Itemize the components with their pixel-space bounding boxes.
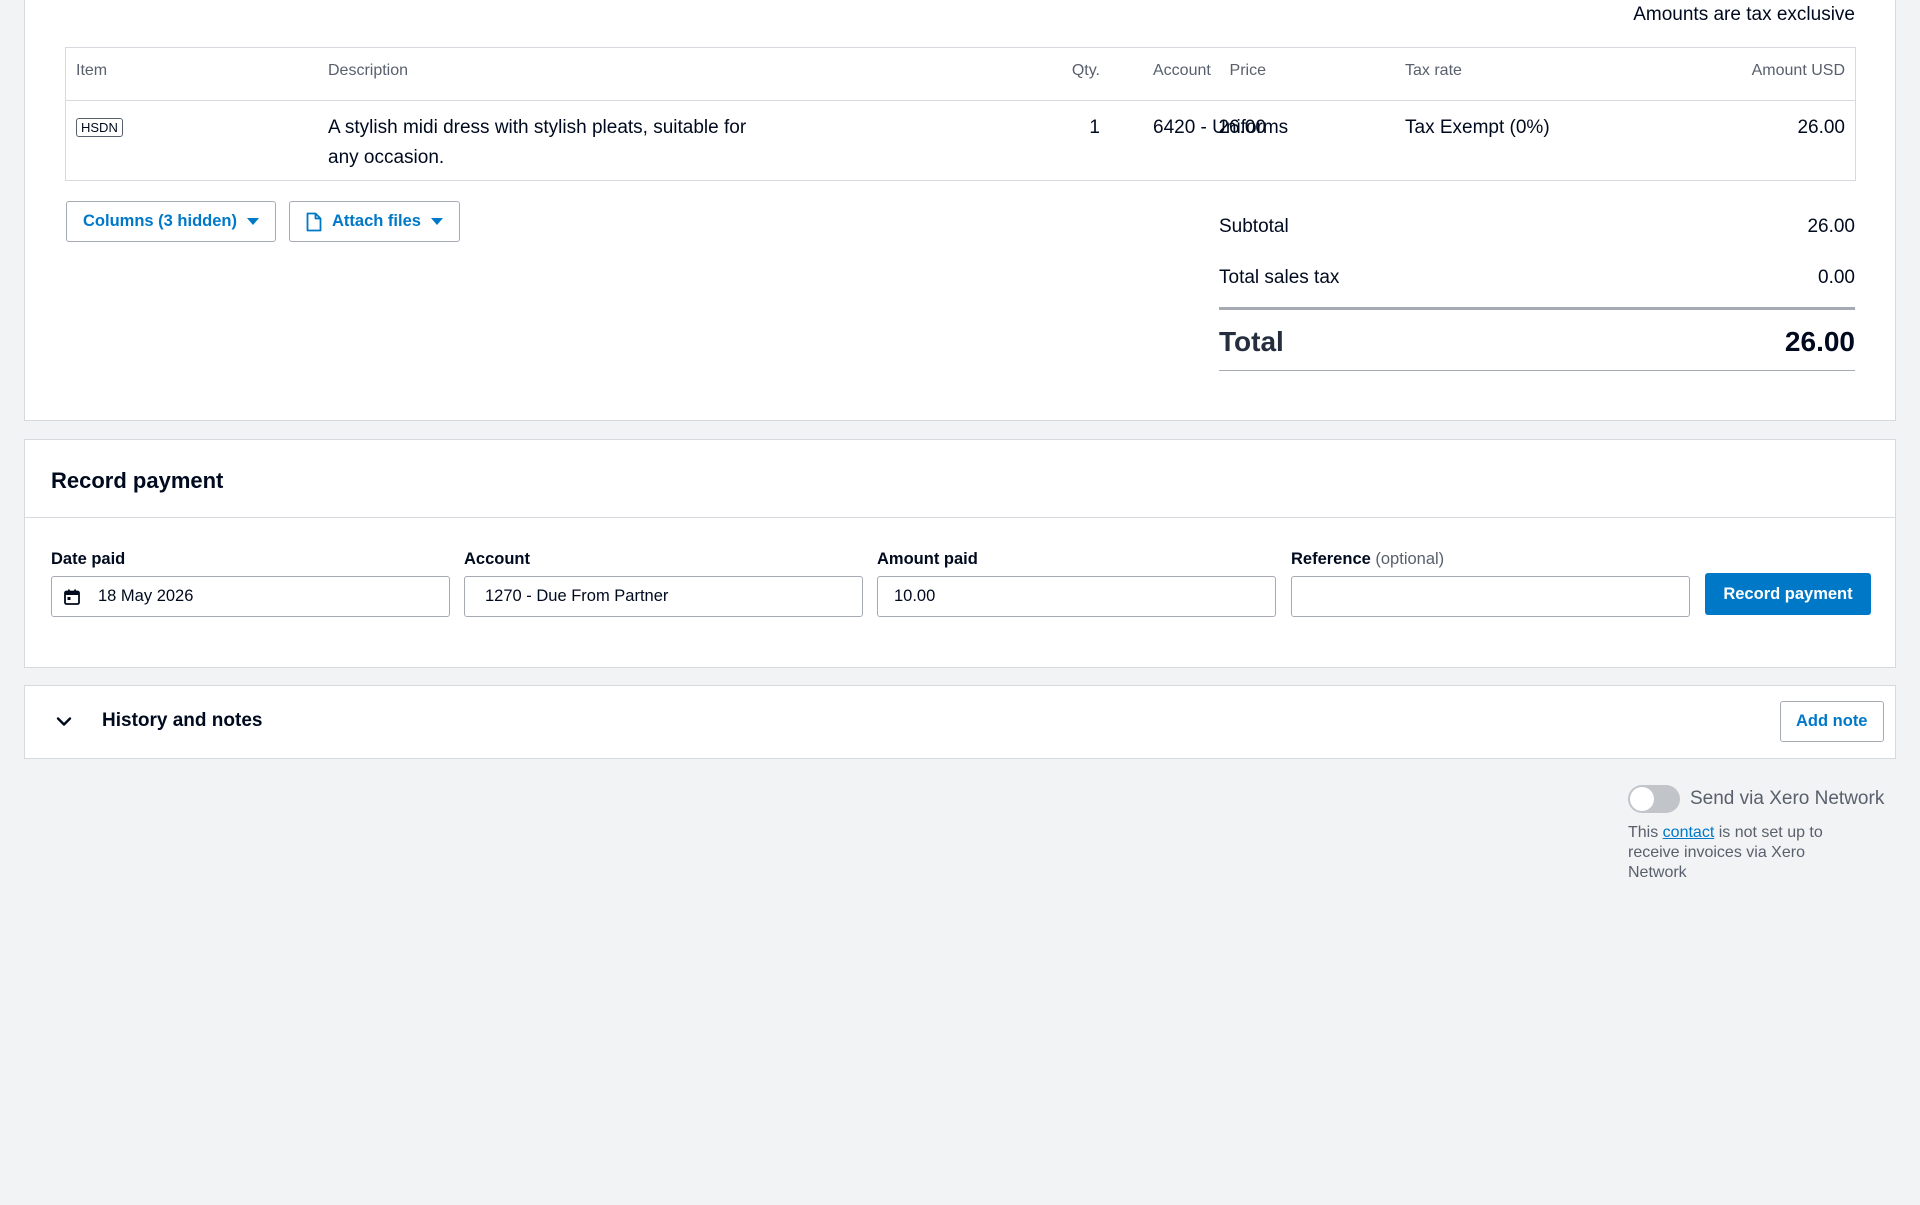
reference-field[interactable] <box>1291 576 1690 617</box>
column-header-qty: Qty. <box>1071 62 1100 79</box>
amount-paid-label: Amount paid <box>877 550 978 568</box>
line-tax-rate[interactable]: Tax Exempt (0%) <box>1405 113 1550 143</box>
history-notes-card[interactable]: History and notes Add note <box>24 685 1896 759</box>
amount-paid-field[interactable]: 10.00 <box>877 576 1276 617</box>
table-header-divider <box>66 100 1855 101</box>
add-note-button[interactable]: Add note <box>1780 701 1884 742</box>
columns-button[interactable]: Columns (3 hidden) <box>66 201 276 242</box>
help-prefix: This <box>1628 824 1663 841</box>
chevron-down-icon <box>430 218 443 225</box>
reference-optional-hint: (optional) <box>1375 550 1445 568</box>
column-header-item: Item <box>76 62 108 79</box>
invoice-lines-card: Amounts are tax exclusive Item Descripti… <box>24 0 1896 421</box>
date-paid-value: 18 May 2026 <box>98 587 194 605</box>
column-header-tax-rate: Tax rate <box>1405 62 1462 79</box>
column-header-account: Account <box>1153 62 1211 79</box>
date-paid-label: Date paid <box>51 550 126 568</box>
item-code-badge[interactable]: HSDN <box>76 118 123 137</box>
account-label: Account <box>464 550 530 568</box>
subtotal-label: Subtotal <box>1219 216 1289 237</box>
column-header-description: Description <box>328 62 409 79</box>
line-items-table: Item Description Qty. Price Account Tax … <box>65 47 1856 181</box>
tax-mode-note: Amounts are tax exclusive <box>1633 4 1855 25</box>
sales-tax-value: 0.00 <box>1818 267 1855 288</box>
calendar-icon <box>64 589 80 605</box>
record-payment-card: Record payment Date paid 18 May 2026 Acc… <box>24 439 1896 668</box>
record-payment-button[interactable]: Record payment <box>1705 573 1871 615</box>
totals-divider <box>1219 307 1855 310</box>
attach-files-label: Attach files <box>332 212 421 230</box>
columns-button-label: Columns (3 hidden) <box>83 212 237 230</box>
line-amount[interactable]: 26.00 <box>1797 113 1845 143</box>
total-underline <box>1219 370 1855 371</box>
total-value: 26.00 <box>1784 326 1855 357</box>
payment-account-field[interactable]: 1270 - Due From Partner <box>464 576 863 617</box>
chevron-down-icon <box>247 218 259 225</box>
subtotal-value: 26.00 <box>1807 216 1855 237</box>
total-label: Total <box>1219 326 1284 357</box>
xero-network-label: Send via Xero Network <box>1690 788 1885 809</box>
amount-paid-value: 10.00 <box>894 587 936 605</box>
reference-label: Reference (optional) <box>1291 550 1444 569</box>
reference-label-text: Reference <box>1291 550 1371 568</box>
xero-network-toggle[interactable] <box>1628 785 1680 813</box>
document-icon <box>306 212 322 231</box>
sales-tax-label: Total sales tax <box>1219 267 1340 288</box>
line-account[interactable]: 6420 - Uniforms <box>1153 113 1288 143</box>
contact-link[interactable]: contact <box>1663 824 1715 841</box>
line-description[interactable]: A stylish midi dress with stylish pleats… <box>328 113 768 173</box>
xero-network-help: This contact is not set up to receive in… <box>1628 823 1868 883</box>
record-payment-title: Record payment <box>51 468 224 493</box>
chevron-down-icon[interactable] <box>56 716 72 727</box>
toggle-knob <box>1630 787 1654 811</box>
add-note-label: Add note <box>1796 712 1868 730</box>
column-header-price: Price <box>1229 62 1266 79</box>
payment-account-value: 1270 - Due From Partner <box>485 587 669 605</box>
column-header-amount: Amount USD <box>1751 62 1845 79</box>
card-header-divider <box>25 517 1895 518</box>
history-notes-title[interactable]: History and notes <box>102 710 262 732</box>
line-qty[interactable]: 1 <box>1089 113 1100 143</box>
attach-files-button[interactable]: Attach files <box>289 201 460 242</box>
date-paid-field[interactable]: 18 May 2026 <box>51 576 450 617</box>
